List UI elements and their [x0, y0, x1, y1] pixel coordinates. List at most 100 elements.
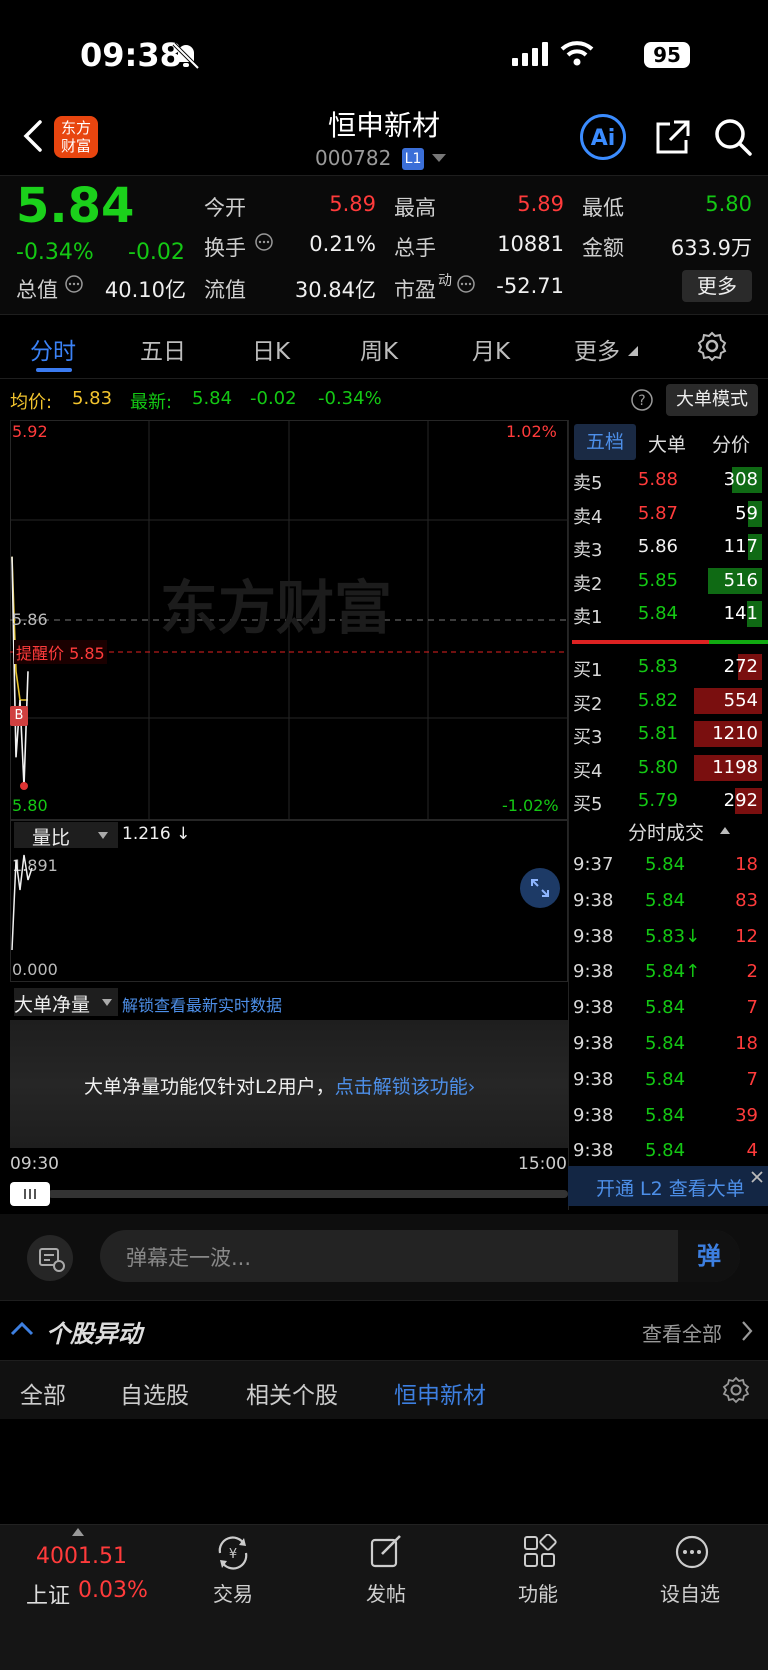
tab-more[interactable]: 更多 [574, 332, 620, 366]
open-value: 5.89 [329, 192, 376, 216]
caret-up-icon [72, 1528, 84, 1536]
ask-row[interactable]: 卖3 5.86 117 [573, 532, 768, 564]
danmu-input[interactable]: 弹幕走一波... 弹 [100, 1230, 740, 1282]
tab-this-stock[interactable]: 恒申新材 [394, 1376, 486, 1410]
level-volume: 141 [723, 603, 758, 624]
info-dots-icon[interactable] [64, 274, 84, 294]
buy-marker[interactable]: B [10, 706, 28, 726]
chart-change-pct: -0.34% [318, 388, 382, 409]
index-value[interactable]: 4001.51 [36, 1544, 127, 1569]
last-price-label: 最新: [130, 392, 173, 413]
pe-value: -52.71 [496, 274, 564, 298]
tab-big-order[interactable]: 大单 [648, 430, 686, 457]
tab-intraday[interactable]: 分时 [30, 332, 76, 366]
tab-five-day[interactable]: 五日 [140, 332, 186, 366]
danmu-settings-icon[interactable] [26, 1234, 74, 1282]
ask-row[interactable]: 卖2 5.85 516 [573, 566, 768, 598]
price-line [11, 556, 29, 787]
search-icon[interactable] [712, 116, 754, 158]
help-icon[interactable]: ? [630, 388, 654, 412]
trade-price: 5.83↓ [645, 925, 701, 947]
trade-icon[interactable]: ¥ [214, 1534, 252, 1572]
pe-label: 市盈 [394, 278, 436, 302]
ask-row[interactable]: 卖4 5.87 59 [573, 499, 768, 531]
tab-price-split[interactable]: 分价 [712, 430, 750, 457]
nav-trade[interactable]: 交易 [183, 1578, 283, 1607]
tab-all[interactable]: 全部 [20, 1376, 66, 1410]
tab-weekly-k[interactable]: 周K [360, 332, 398, 366]
mktcap-label: 总值 [16, 278, 58, 302]
ask-row[interactable]: 卖5 5.88 308 [573, 465, 768, 497]
post-icon[interactable] [368, 1534, 404, 1570]
trade-volume: 12 [735, 925, 758, 947]
bid-row[interactable]: 买1 5.83 272 [573, 652, 768, 684]
alert-price-label[interactable]: 提醒价 5.85 [14, 640, 107, 664]
change-amount: -0.02 [128, 240, 185, 265]
chevron-up-icon[interactable] [10, 1320, 34, 1336]
turnover-label: 换手 [204, 236, 246, 260]
danmu-send-button[interactable]: 弹 [678, 1230, 740, 1282]
ask-row[interactable]: 卖1 5.84 141 [573, 599, 768, 631]
intraday-chart[interactable]: 东方财富 [10, 420, 568, 820]
mktcap-value: 40.10亿 [104, 278, 186, 302]
turnover-value: 0.21% [309, 232, 376, 256]
bid-row[interactable]: 买2 5.82 554 [573, 686, 768, 718]
level-volume: 59 [735, 502, 758, 524]
caret-down-icon[interactable] [432, 154, 446, 164]
trade-volume: 7 [746, 1068, 758, 1090]
gear-icon[interactable] [722, 1376, 750, 1404]
trade-volume: 83 [735, 889, 758, 911]
functions-icon[interactable] [522, 1534, 558, 1570]
level-price: 5.87 [637, 502, 678, 524]
info-dots-icon[interactable] [456, 274, 476, 294]
add-watchlist-icon[interactable] [674, 1534, 710, 1570]
nav-functions[interactable]: 功能 [488, 1578, 588, 1607]
trades-header[interactable]: 分时成交 [628, 818, 704, 845]
chevron-right-icon[interactable] [740, 1320, 754, 1342]
tab-five-level[interactable]: 五档 [574, 424, 636, 460]
time-scroll-handle[interactable] [10, 1182, 50, 1206]
level-price: 5.83 [637, 656, 678, 677]
bid-row[interactable]: 买5 5.79 292 [573, 786, 768, 818]
dropdown-caret-icon [98, 832, 108, 839]
low-label: 最低 [582, 196, 624, 220]
trade-row: 9:38 5.84↑ 2 [573, 957, 768, 989]
unlock-feature-link[interactable]: 点击解锁该功能 [335, 1076, 468, 1098]
trade-price: 5.84↑ [645, 961, 701, 983]
svg-text:¥: ¥ [229, 1547, 237, 1562]
level-badge[interactable]: L1 [402, 148, 424, 170]
l2-notice: 大单净量功能仅针对L2用户，点击解锁该功能› [84, 1076, 476, 1098]
close-icon[interactable] [750, 1170, 764, 1184]
level-label: 买5 [573, 794, 603, 815]
nav-post[interactable]: 发帖 [336, 1578, 436, 1607]
level-label: 买2 [573, 693, 603, 715]
tab-watchlist[interactable]: 自选股 [120, 1376, 189, 1410]
trade-time: 9:38 [573, 1140, 614, 1162]
tab-daily-k[interactable]: 日K [252, 332, 290, 366]
nav-add-watchlist[interactable]: 设自选 [640, 1578, 740, 1607]
expand-button[interactable] [520, 868, 560, 908]
time-scroll-track[interactable] [48, 1190, 568, 1198]
ai-button[interactable]: Ai [580, 114, 626, 160]
index-pct[interactable]: 0.03% [78, 1578, 148, 1603]
battery-indicator: 95 [644, 42, 690, 68]
view-all-link[interactable]: 查看全部 [642, 1318, 722, 1347]
gear-icon[interactable] [696, 330, 728, 362]
tab-monthly-k[interactable]: 月K [472, 332, 510, 366]
l2-banner[interactable]: 开通 L2 查看大单 [568, 1166, 768, 1206]
y-axis-top: 5.92 [12, 422, 48, 441]
big-order-dropdown[interactable]: 大单净量 [14, 988, 118, 1016]
level-price: 5.80 [637, 756, 678, 778]
movement-title: 个股异动 [46, 1320, 142, 1348]
big-order-mode-button[interactable]: 大单模式 [666, 384, 758, 416]
unlock-realtime-link[interactable]: 解锁查看最新实时数据 [122, 992, 282, 1016]
tab-related[interactable]: 相关个股 [246, 1376, 338, 1410]
info-dots-icon[interactable] [254, 232, 274, 252]
more-button[interactable]: 更多 [682, 270, 752, 302]
bid-row[interactable]: 买4 5.80 1198 [573, 753, 768, 785]
level-volume: 308 [723, 469, 758, 490]
share-icon[interactable] [652, 118, 692, 158]
index-name[interactable]: 上证 [26, 1578, 70, 1610]
bid-row[interactable]: 买3 5.81 1210 [573, 719, 768, 751]
trade-row: 9:38 5.84 4 [573, 1136, 768, 1168]
